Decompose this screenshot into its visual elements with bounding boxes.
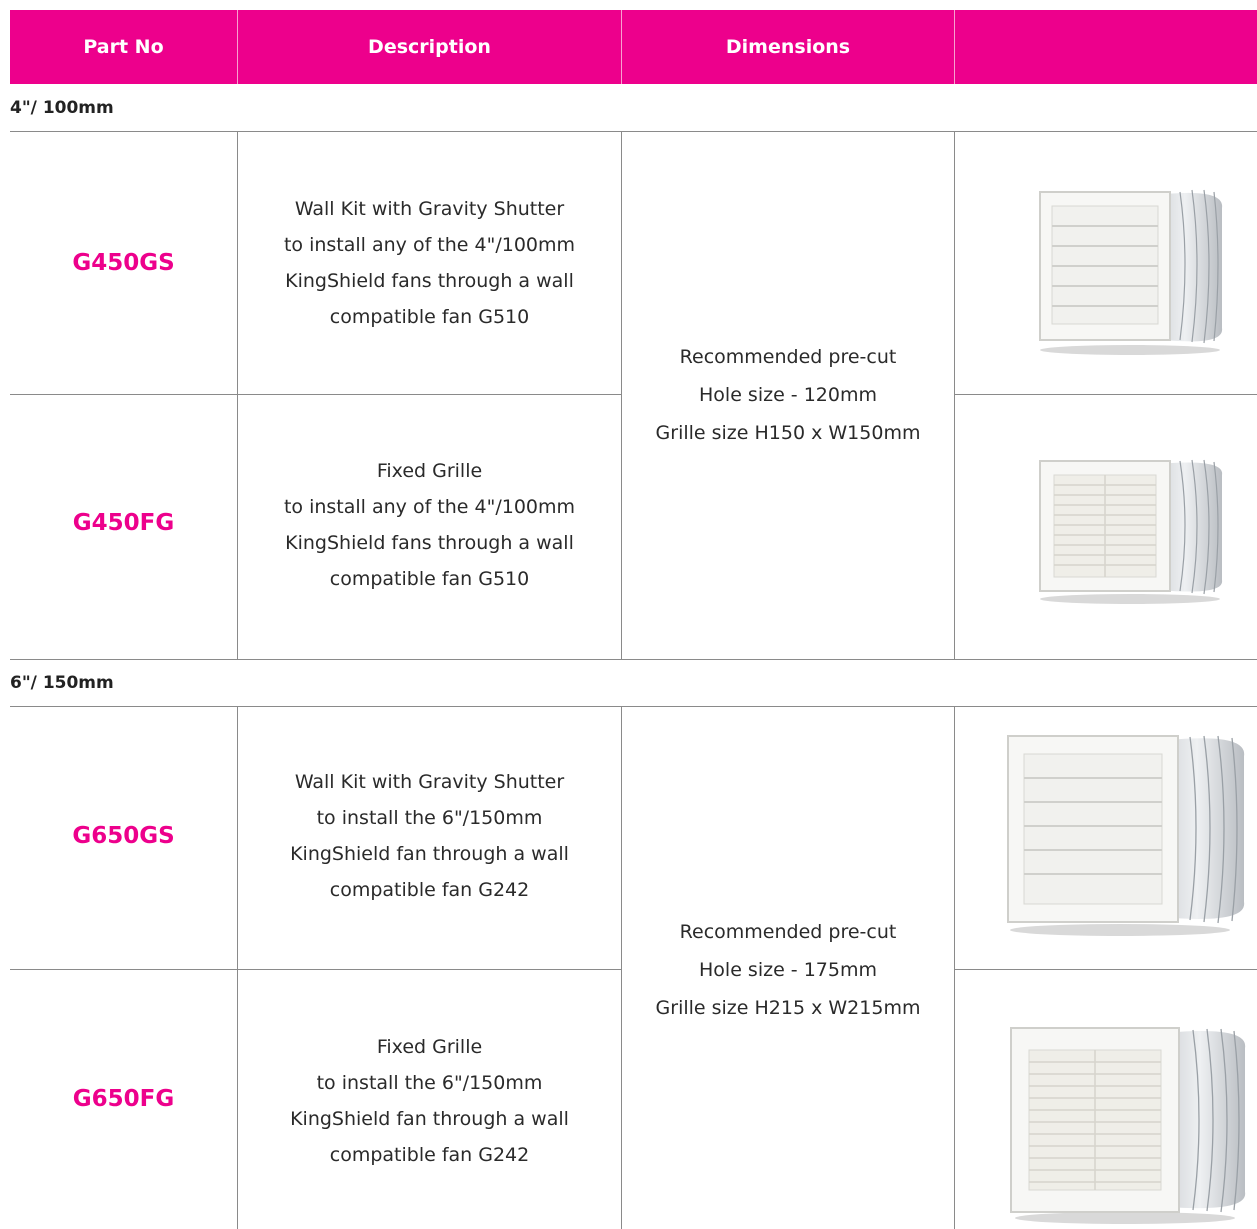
description-line: Fixed Grille [376, 1036, 483, 1058]
column-divider [954, 131, 955, 660]
dimensions-line: Hole size - 120mm [699, 384, 877, 406]
dimensions-text: Recommended pre-cut Hole size - 120mm Gr… [622, 338, 954, 452]
part-number: G450GS [72, 250, 175, 276]
section-title-100mm: 4"/ 100mm [10, 98, 114, 118]
row-divider [954, 394, 1257, 395]
description-line: KingShield fan through a wall [290, 843, 569, 865]
table-header: Part No Description Dimensions [10, 10, 1257, 84]
row-divider [954, 969, 1257, 970]
description: Wall Kit with Gravity Shutter to install… [238, 764, 621, 908]
row-divider [10, 131, 1257, 132]
description-line: compatible fan G242 [329, 879, 530, 901]
header-dimensions: Dimensions [725, 36, 851, 58]
description-line: to install any of the 4"/100mm [283, 234, 576, 256]
header-part-no: Part No [83, 36, 164, 58]
wall-kit-gravity-shutter-icon [1007, 735, 1245, 936]
description-line: compatible fan G510 [329, 306, 530, 328]
fixed-grille-icon [1010, 1027, 1246, 1224]
description-line: Wall Kit with Gravity Shutter [294, 198, 565, 220]
row-divider [10, 659, 1257, 660]
description-line: to install the 6"/150mm [316, 807, 543, 829]
column-divider [954, 706, 955, 1229]
dimensions-text: Recommended pre-cut Hole size - 175mm Gr… [622, 913, 954, 1027]
part-number: G650FG [72, 1086, 175, 1112]
description-line: compatible fan G242 [329, 1144, 530, 1166]
section-title-150mm: 6"/ 150mm [10, 673, 114, 693]
description-line: KingShield fan through a wall [290, 1108, 569, 1130]
description-line: Wall Kit with Gravity Shutter [294, 771, 565, 793]
description-line: to install any of the 4"/100mm [283, 496, 576, 518]
dimensions-line: Recommended pre-cut [679, 346, 897, 368]
dimensions-line: Recommended pre-cut [679, 921, 897, 943]
description-line: KingShield fans through a wall [285, 532, 574, 554]
header-description: Description [368, 36, 491, 58]
part-number: G650GS [72, 823, 175, 849]
description: Fixed Grille to install the 6"/150mm Kin… [238, 1029, 621, 1173]
dimensions-line: Grille size H150 x W150mm [655, 422, 921, 444]
description-line: compatible fan G510 [329, 568, 530, 590]
description-line: to install the 6"/150mm [316, 1072, 543, 1094]
description: Wall Kit with Gravity Shutter to install… [238, 191, 621, 335]
wall-kit-gravity-shutter-icon [1039, 189, 1223, 355]
description-line: KingShield fans through a wall [285, 270, 574, 292]
header-image [955, 10, 1257, 84]
row-divider [10, 394, 621, 395]
fixed-grille-icon [1039, 459, 1223, 604]
description-line: Fixed Grille [376, 460, 483, 482]
row-divider [10, 706, 1257, 707]
description: Fixed Grille to install any of the 4"/10… [238, 453, 621, 597]
dimensions-line: Hole size - 175mm [699, 959, 877, 981]
part-number: G450FG [72, 510, 175, 536]
dimensions-line: Grille size H215 x W215mm [655, 997, 921, 1019]
row-divider [10, 969, 621, 970]
